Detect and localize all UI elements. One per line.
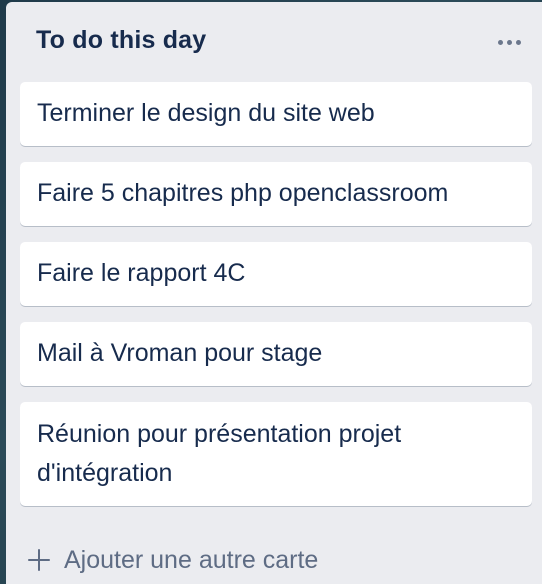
more-horizontal-icon — [515, 39, 521, 45]
card[interactable]: Réunion pour présentation projet d'intég… — [20, 402, 532, 506]
card-title: Faire le rapport 4C — [37, 259, 246, 287]
card[interactable]: Faire le rapport 4C — [20, 242, 532, 306]
more-horizontal-icon — [506, 39, 512, 45]
card-title: Réunion pour présentation projet d'intég… — [37, 420, 402, 487]
list-header: To do this day — [6, 2, 542, 80]
card-title: Faire 5 chapitres php openclassroom — [37, 179, 449, 207]
card[interactable]: Terminer le design du site web — [20, 82, 532, 146]
card-title: Terminer le design du site web — [37, 99, 375, 127]
card[interactable]: Faire 5 chapitres php openclassroom — [20, 162, 532, 226]
card-title: Mail à Vroman pour stage — [37, 339, 323, 367]
add-card-label: Ajouter une autre carte — [64, 545, 319, 574]
list-menu-button[interactable] — [492, 30, 526, 54]
add-card-button[interactable]: Ajouter une autre carte — [26, 538, 318, 582]
card[interactable]: Mail à Vroman pour stage — [20, 322, 532, 386]
more-horizontal-icon — [497, 39, 503, 45]
list-column: To do this day Terminer le design du sit… — [6, 2, 542, 584]
plus-icon — [26, 547, 52, 573]
card-list: Terminer le design du site web Faire 5 c… — [20, 82, 532, 522]
list-title[interactable]: To do this day — [36, 26, 206, 55]
